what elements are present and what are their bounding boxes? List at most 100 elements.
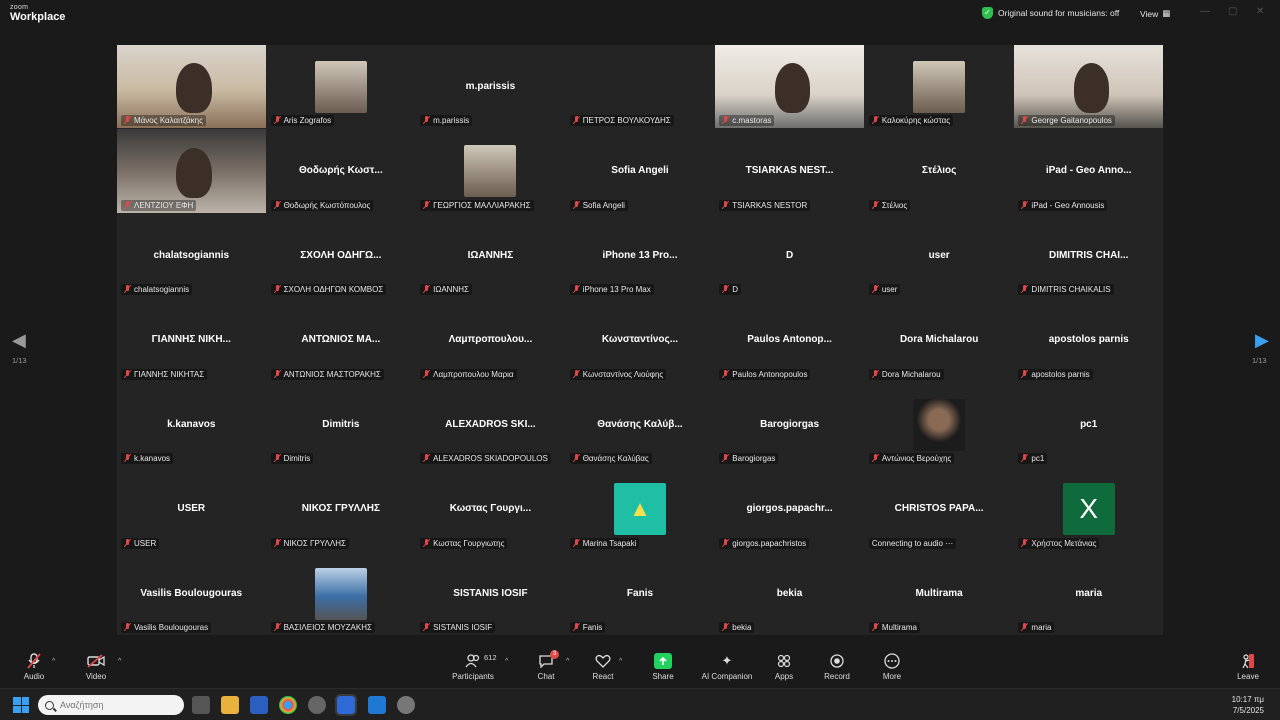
participant-tile[interactable]: USER USER [117, 467, 266, 551]
participant-tile[interactable]: ALEXADROS SKI... ALEXADROS SKIADOPOULOS [416, 382, 565, 467]
participant-tile[interactable]: ΣΧΟΛΗ ΟΔΗΓΩ... ΣΧΟΛΗ ΟΔΗΓΩΝ ΚΟΜΒΟΣ [266, 213, 416, 298]
participant-display-name: SISTANIS IOSIF [453, 587, 528, 599]
participant-tile[interactable]: ΓΙΑΝΝΗΣ ΝΙΚΗ... ΓΙΑΝΝΗΣ ΝΙΚΗΤΑΣ [117, 298, 266, 382]
react-button[interactable]: React [575, 653, 631, 681]
next-page-arrow-icon[interactable]: ▶ [1255, 330, 1269, 351]
participants-button[interactable]: 612 Participants [445, 653, 501, 681]
muted-mic-icon [872, 369, 879, 379]
file-explorer-icon[interactable] [221, 696, 239, 714]
participant-tile[interactable]: bekia bekia [715, 551, 864, 635]
previous-page-arrow-icon[interactable]: ◀ [12, 330, 26, 351]
taskbar-clock[interactable]: 10:17 πμ 7/5/2025 [1232, 694, 1264, 716]
chat-caret-icon[interactable]: ^ [566, 658, 569, 665]
page-indicator-right: 1/13 [1252, 356, 1267, 365]
view-button[interactable]: View ▦ [1140, 8, 1170, 19]
muted-mic-icon [423, 538, 430, 548]
participant-tile[interactable]: Vasilis Boulougouras Vasilis Boulougouras [117, 551, 266, 635]
participant-tile[interactable]: DD [715, 213, 864, 298]
participant-tile[interactable]: Στέλιος Στέλιος [864, 129, 1014, 213]
video-caret-icon[interactable]: ^ [118, 658, 121, 665]
task-view-icon[interactable] [192, 696, 210, 714]
participant-tile[interactable]: X Χρήστος Μετάνιας [1014, 467, 1163, 551]
participant-tile[interactable]: Dimitris Dimitris [266, 382, 416, 467]
taskbar-search[interactable] [38, 695, 184, 715]
participant-tile[interactable]: Fanis Fanis [565, 551, 715, 635]
participant-tile[interactable]: iPad - Geo Anno... iPad - Geo Annousis [1014, 129, 1163, 213]
participant-tile[interactable]: Dora Michalarou Dora Michalarou [864, 298, 1014, 382]
participant-name: ΑΝΤΩΝΙΟΣ ΜΑΣΤΟΡΑΚΗΣ [283, 369, 381, 379]
settings-icon[interactable] [397, 696, 415, 714]
ai-companion-button[interactable]: ✦ AI Companion [698, 653, 756, 681]
participant-name-label: SISTANIS IOSIF [420, 622, 496, 633]
original-sound-label: Original sound for musicians: off [998, 8, 1120, 18]
muted-mic-icon [573, 538, 580, 548]
participant-tile[interactable]: Multirama Multirama [864, 551, 1014, 635]
participant-display-name: TSIARKAS NEST... [745, 165, 834, 177]
participant-tile[interactable]: ΝΙΚΟΣ ΓΡΥΛΛΗΣ ΝΙΚΟΣ ΓΡΥΛΛΗΣ [266, 467, 416, 551]
participant-tile[interactable]: Barogiorgas Barogiorgas [715, 382, 864, 467]
participant-tile[interactable]: pc1 pc1 [1014, 382, 1163, 467]
word-icon[interactable] [250, 696, 268, 714]
participants-caret-icon[interactable]: ^ [505, 658, 508, 665]
react-caret-icon[interactable]: ^ [619, 658, 622, 665]
participant-tile[interactable]: ΒΑΣΙΛΕΙΟΣ ΜΟΥΖΑΚΗΣ [266, 551, 416, 635]
participant-tile[interactable]: maria maria [1014, 551, 1163, 635]
participant-tile[interactable]: Θοδωρής Κωστ... Θοδωρής Κωστόπουλος [266, 129, 416, 213]
participant-figure [1073, 63, 1110, 114]
participant-display-name: Barogiorgas [760, 418, 820, 430]
participant-tile[interactable]: ΓΕΩΡΓΙΟΣ ΜΑΛΛΙΑΡΑΚΗΣ [416, 129, 565, 213]
participant-name-label: giorgos.papachristos [719, 537, 810, 549]
participant-tile[interactable]: apostolos parnis apostolos parnis [1014, 298, 1163, 382]
participant-tile[interactable]: c.mastoras [715, 45, 864, 129]
participant-name: maria [1031, 623, 1052, 632]
participant-tile[interactable]: m.parissis m.parissis [416, 45, 565, 129]
minimize-icon[interactable]: — [1200, 6, 1210, 17]
participant-tile[interactable]: ΑΝΤΩΝΙΟΣ ΜΑ... ΑΝΤΩΝΙΟΣ ΜΑΣΤΟΡΑΚΗΣ [266, 298, 416, 382]
participant-tile[interactable]: Μάνος Καλαιτζάκης [117, 45, 266, 129]
participant-tile[interactable]: Paulos Antonop... Paulos Antonopoulos [715, 298, 864, 382]
participant-tile[interactable]: ΠΕΤΡΟΣ ΒΟΥΛΚΟΥΔΗΣ [565, 45, 715, 129]
participant-tile[interactable]: ΛΕΝΤΖΙΟΥ ΕΦΗ [117, 129, 266, 213]
participant-tile[interactable]: giorgos.papachr... giorgos.papachristos [715, 467, 864, 551]
zoom-taskbar-icon[interactable] [335, 694, 357, 716]
participant-name-label: bekia [719, 622, 755, 633]
muted-mic-icon [573, 623, 580, 632]
taskbar-search-input[interactable] [60, 700, 170, 710]
close-icon[interactable]: ✕ [1256, 6, 1264, 17]
share-button[interactable]: Share [635, 653, 691, 681]
participant-tile[interactable]: George Gaitanopoulos [1014, 45, 1163, 129]
participant-tile[interactable]: ▲ Marina Tsapaki [565, 467, 715, 551]
maximize-icon[interactable]: ▢ [1228, 6, 1237, 17]
participant-tile[interactable]: Αντώνιος Βερούχης [864, 382, 1014, 467]
outlook-icon[interactable] [368, 696, 386, 714]
participant-tile[interactable]: k.kanavos k.kanavos [117, 382, 266, 467]
audio-caret-icon[interactable]: ^ [52, 658, 55, 665]
video-button[interactable]: Video [68, 653, 124, 681]
participant-tile[interactable]: iPhone 13 Pro... iPhone 13 Pro Max [565, 213, 715, 298]
participant-tile[interactable]: CHRISTOS PAPA... Connecting to audio ··· [864, 467, 1014, 551]
participant-tile[interactable]: Κωστας Γουργι... Κωστας Γουργιωτης [416, 467, 565, 551]
leave-button[interactable]: Leave [1220, 653, 1276, 681]
participant-tile[interactable]: Καλοκύρης κώστας [864, 45, 1014, 129]
participant-display-name: maria [1075, 587, 1103, 599]
participant-tile[interactable]: Λαμπροπουλου... Λαμπροπουλου Μαρια [416, 298, 565, 382]
muted-mic-icon [274, 200, 281, 210]
participant-tile[interactable]: TSIARKAS NEST... TSIARKAS NESTOR [715, 129, 864, 213]
windows-start-icon[interactable] [13, 697, 29, 713]
more-button[interactable]: More [864, 653, 920, 681]
participant-tile[interactable]: DIMITRIS CHAI... DIMITRIS CHAIKALIS [1014, 213, 1163, 298]
participant-tile[interactable]: chalatsogiannis chalatsogiannis [117, 213, 266, 298]
participant-tile[interactable]: ΙΩΑΝΝΗΣ ΙΩΑΝΝΗΣ [416, 213, 565, 298]
participant-tile[interactable]: Θανάσης Καλύβ... Θανάσης Καλύβας [565, 382, 715, 467]
participant-tile[interactable]: user user [864, 213, 1014, 298]
record-button[interactable]: Record [809, 653, 865, 681]
app-icon[interactable] [308, 696, 326, 714]
participant-tile[interactable]: Aris Zografos [266, 45, 416, 129]
apps-button[interactable]: Apps [756, 653, 812, 681]
participant-tile[interactable]: SISTANIS IOSIF SISTANIS IOSIF [416, 551, 565, 635]
participant-tile[interactable]: Κωνσταντίνος... Κωνσταντίνος Λιούφης [565, 298, 715, 382]
participant-tile[interactable]: Sofia Angeli Sofia Angeli [565, 129, 715, 213]
chrome-icon[interactable] [279, 696, 297, 714]
original-sound-indicator[interactable]: ✓ Original sound for musicians: off [982, 7, 1119, 19]
participant-display-name: Θοδωρής Κωστ... [298, 165, 383, 177]
